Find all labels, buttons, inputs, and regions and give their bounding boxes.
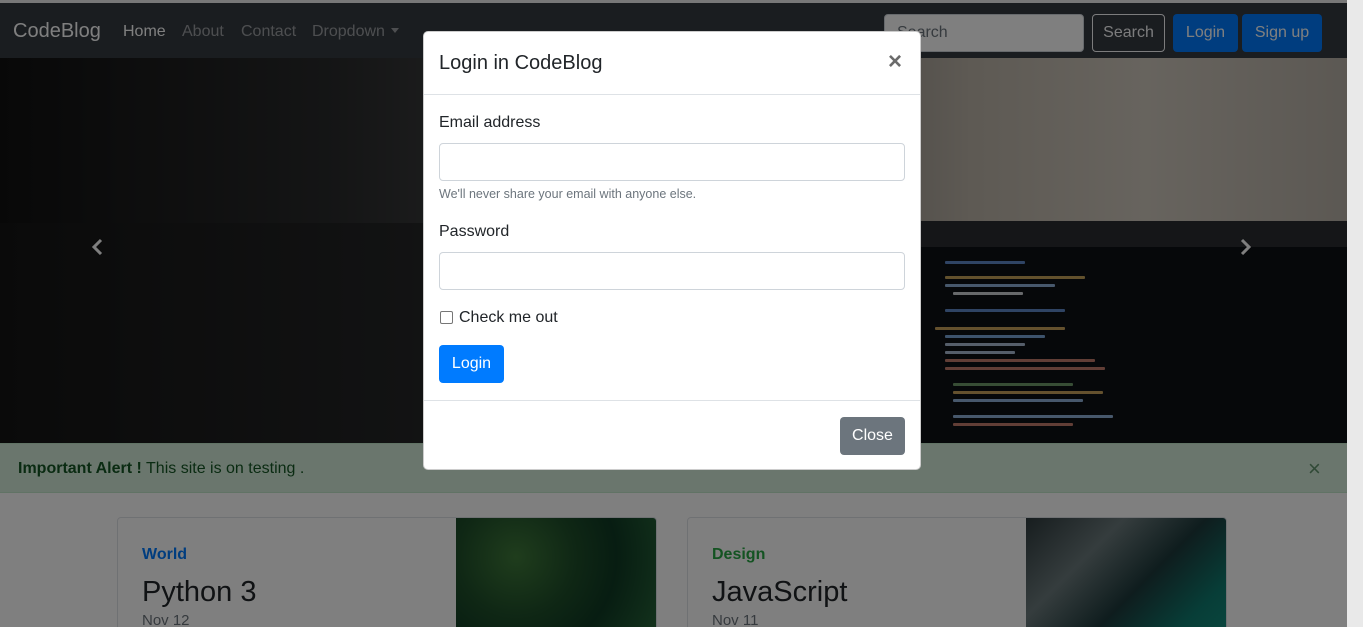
email-help-text: We'll never share your email with anyone… xyxy=(439,187,697,201)
modal-login-button[interactable]: Login xyxy=(439,345,504,383)
modal-close-icon[interactable]: × xyxy=(888,50,902,74)
modal-footer: Close xyxy=(424,400,920,470)
checkbox-label[interactable]: Check me out xyxy=(459,309,558,327)
modal-close-button[interactable]: Close xyxy=(840,417,905,455)
page: CodeBlog Home About Contact Dropdown Sea… xyxy=(0,0,1347,627)
modal-header: Login in CodeBlog × xyxy=(424,32,920,95)
password-field[interactable] xyxy=(439,252,905,290)
modal-title: Login in CodeBlog xyxy=(439,52,603,74)
email-label: Email address xyxy=(439,114,541,131)
login-modal: Login in CodeBlog × Email address We'll … xyxy=(423,31,921,470)
page-scrollbar[interactable] xyxy=(1347,0,1363,627)
password-label: Password xyxy=(439,223,510,240)
email-field[interactable] xyxy=(439,143,905,181)
check-me-out-checkbox[interactable] xyxy=(440,311,453,324)
